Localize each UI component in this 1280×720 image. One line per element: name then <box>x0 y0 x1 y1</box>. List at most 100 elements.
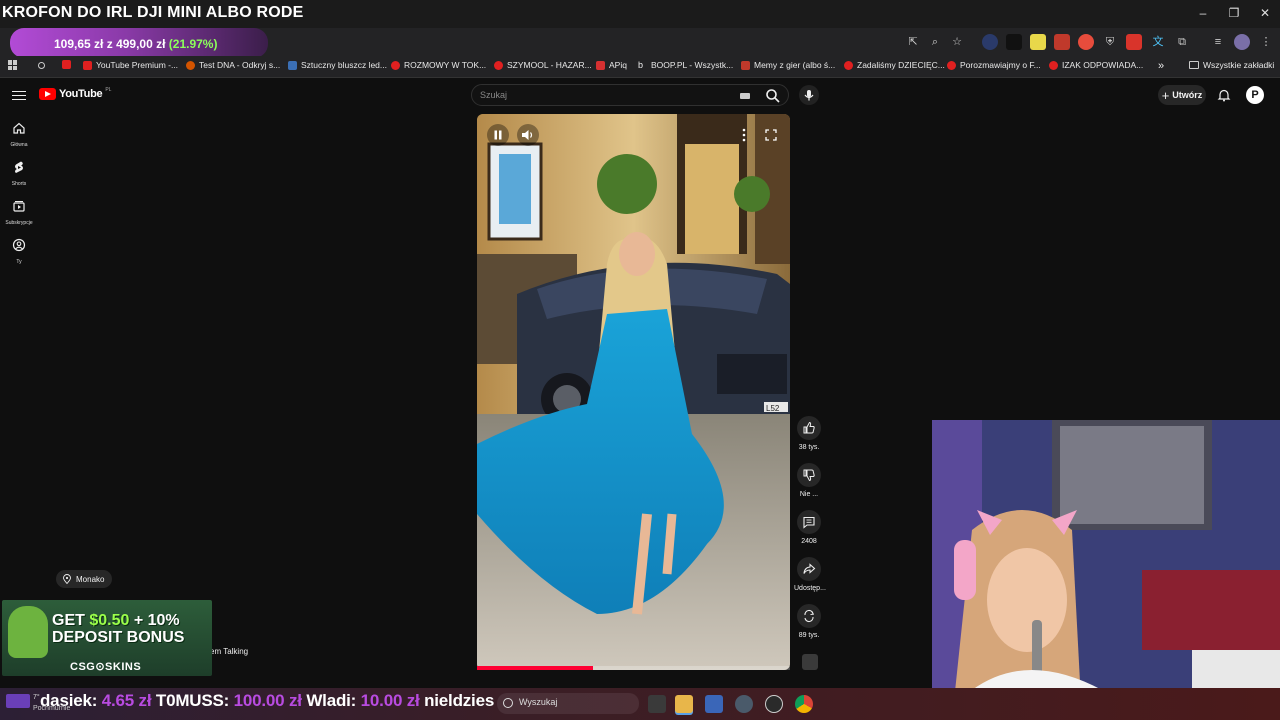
bookmark-item[interactable]: YouTube Premium -... <box>83 60 178 70</box>
bookmark-item[interactable]: IZAK ODPOWIADA... <box>1049 60 1143 70</box>
bookmark-item[interactable]: SZYMOOL - HAZAR... <box>494 60 592 70</box>
extension-icon-3[interactable] <box>1030 34 1046 50</box>
profile-icon[interactable] <box>1234 34 1250 50</box>
sidebar-label: Subskrypcje <box>5 220 33 226</box>
bell-icon <box>1217 89 1231 102</box>
extension-icon-2[interactable] <box>1006 34 1022 50</box>
location-chip[interactable]: Monako <box>56 570 112 588</box>
ad-headline: GET $0.50 + 10% DEPOSIT BONUS <box>52 612 184 646</box>
bookmark-item[interactable]: ROZMOWY W TOK... <box>391 60 486 70</box>
translate-icon[interactable]: 文 <box>1150 34 1166 50</box>
youtube-favicon-icon <box>947 60 956 70</box>
bookmark-item[interactable] <box>62 60 71 69</box>
remix-button[interactable]: 89 tys. <box>794 604 824 639</box>
subscriptions-icon <box>13 201 25 212</box>
chrome-icon[interactable] <box>795 695 813 713</box>
shield-icon[interactable]: ⛨ <box>1102 34 1118 50</box>
pause-button[interactable] <box>487 124 509 146</box>
volume-button[interactable] <box>517 124 539 146</box>
bookmark-globe-icon[interactable] <box>38 62 45 69</box>
location-pin-icon <box>63 574 71 584</box>
voice-search-button[interactable] <box>799 85 819 105</box>
bookmark-label: IZAK ODPOWIADA... <box>1062 60 1144 70</box>
account-avatar[interactable]: P <box>1246 86 1264 104</box>
sidebar-label: Główna <box>10 142 28 148</box>
extension-icon-1[interactable] <box>982 34 998 50</box>
youtube-play-icon <box>39 88 56 100</box>
apps-grid-icon[interactable] <box>8 60 18 70</box>
thumbs-down-icon <box>803 469 815 482</box>
bookmark-item[interactable]: b BOOP.PL - Wszystk... <box>638 60 733 70</box>
streamer-webcam <box>932 420 1280 720</box>
youtube-favicon-icon <box>391 60 400 70</box>
bookmark-item[interactable]: Zadaliśmy DZIECIĘC... <box>844 60 945 70</box>
search-button[interactable] <box>764 87 782 105</box>
maximize-button[interactable]: ❐ <box>1227 6 1241 20</box>
goal-separator: z <box>106 37 113 51</box>
settings-gear-icon[interactable] <box>735 695 753 713</box>
task-view-icon[interactable] <box>648 695 666 713</box>
stream-title-overlay: KROFON DO IRL DJI MINI ALBO RODE <box>2 4 304 21</box>
dislike-button[interactable]: Nie ... <box>794 463 824 498</box>
extension-icon-5[interactable] <box>1078 34 1094 50</box>
shop-favicon-icon <box>288 60 297 70</box>
remix-icon <box>804 609 815 623</box>
bookmark-item[interactable]: APiq <box>596 60 627 70</box>
close-button[interactable]: ✕ <box>1258 6 1272 20</box>
obs-icon[interactable] <box>765 695 783 713</box>
donation-amount: 100.00 zł <box>233 691 302 710</box>
search-icon <box>766 89 780 103</box>
dna-favicon-icon <box>186 60 195 70</box>
ad-line1-suffix: + 10% <box>129 612 180 629</box>
home-icon <box>13 122 25 134</box>
search-input[interactable]: Szukaj <box>480 90 507 100</box>
ad-line1-amount: $0.50 <box>89 612 130 629</box>
webcam-frame <box>932 420 1280 720</box>
volume-icon <box>522 130 533 140</box>
bookmark-item[interactable]: Memy z gier (albo ś... <box>741 60 835 70</box>
extension-icon-4[interactable] <box>1054 34 1070 50</box>
shorts-video-player[interactable]: L52 <box>477 114 790 670</box>
comments-button[interactable]: 2408 <box>794 510 824 545</box>
youtube-logo[interactable]: YouTube PL <box>39 87 111 100</box>
video-progress-fill <box>477 666 593 670</box>
weather-temp: 7° <box>33 694 40 701</box>
hamburger-menu-icon[interactable] <box>12 88 26 102</box>
you-icon <box>12 238 26 252</box>
notifications-button[interactable] <box>1217 88 1231 102</box>
extension-icon-6[interactable] <box>1126 34 1142 50</box>
more-options-icon[interactable] <box>733 124 755 146</box>
minimize-button[interactable]: – <box>1196 6 1210 20</box>
extensions-puzzle-icon[interactable]: ⧉ <box>1174 34 1190 50</box>
sound-thumbnail[interactable] <box>802 654 818 670</box>
apiq-favicon-icon <box>596 60 605 70</box>
sidebar-item-you[interactable]: Ty <box>4 238 34 265</box>
keyboard-icon[interactable] <box>740 93 750 99</box>
bookmark-item[interactable]: Porozmawiajmy o F... <box>947 60 1041 70</box>
youtube-favicon-icon <box>844 60 853 70</box>
comment-icon <box>803 516 815 529</box>
install-icon[interactable]: ⇱ <box>905 34 921 50</box>
bookmarks-overflow-button[interactable]: » <box>1158 60 1164 72</box>
like-button[interactable]: 38 tys. <box>794 416 824 451</box>
location-label: Monako <box>76 574 105 584</box>
bookmark-item[interactable]: Sztuczny bluszcz led... <box>288 60 387 70</box>
media-queue-icon[interactable]: ≡ <box>1210 34 1226 50</box>
store-icon[interactable] <box>705 695 723 713</box>
zoom-icon[interactable]: ⌕ <box>927 34 943 50</box>
share-button[interactable]: Udostęp... <box>794 557 826 592</box>
zombie-mascot-icon <box>8 606 48 658</box>
bookmark-label: SZYMOOL - HAZAR... <box>507 60 592 70</box>
sidebar-item-home[interactable]: Główna <box>4 121 34 148</box>
taskbar-search-input[interactable]: Wyszukaj <box>497 693 639 714</box>
all-bookmarks-button[interactable]: Wszystkie zakładki <box>1189 60 1274 70</box>
sidebar-item-shorts[interactable]: Shorts <box>4 160 34 187</box>
ad-line2: DEPOSIT BONUS <box>52 629 185 646</box>
file-explorer-icon[interactable] <box>675 695 693 713</box>
fullscreen-icon[interactable] <box>760 124 782 146</box>
sidebar-item-subscriptions[interactable]: Subskrypcje <box>4 199 34 226</box>
browser-menu-icon[interactable]: ⋮ <box>1258 34 1274 50</box>
bookmark-star-icon[interactable]: ☆ <box>949 34 965 50</box>
bookmark-item[interactable]: Test DNA - Odkryj s... <box>186 60 280 70</box>
create-button[interactable]: + Utwórz <box>1158 85 1206 105</box>
